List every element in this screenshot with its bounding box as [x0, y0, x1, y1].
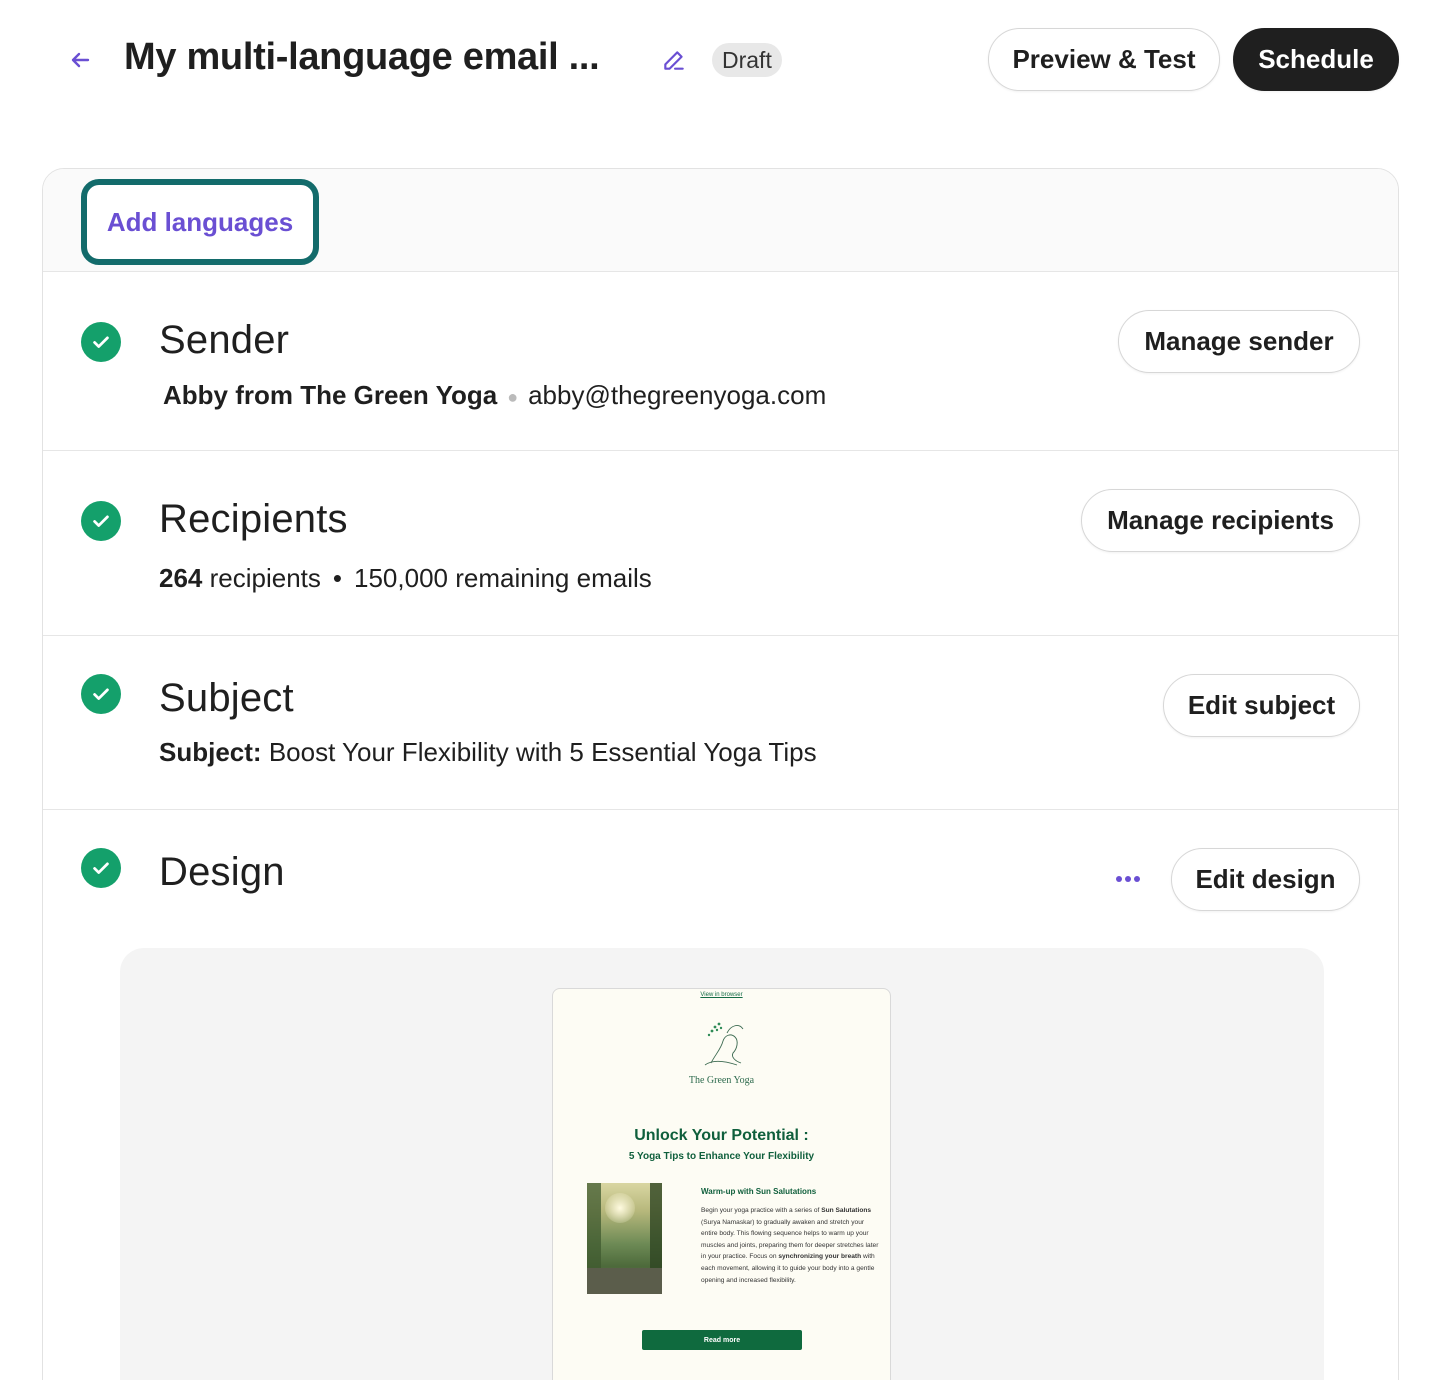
- check-circle-icon: [81, 848, 121, 888]
- arrow-left-icon: [71, 52, 90, 68]
- design-preview-area: View in browser The Green Yoga Unlock Yo…: [120, 948, 1324, 1380]
- email-read-more-button: Read more: [642, 1330, 802, 1350]
- more-options-button[interactable]: [1111, 864, 1145, 894]
- campaign-card: Add languages Sender Abby from The Green…: [42, 168, 1399, 1380]
- subject-value: Boost Your Flexibility with 5 Essential …: [268, 737, 817, 767]
- languages-bar: Add languages: [43, 169, 1398, 272]
- design-title: Design: [159, 850, 285, 894]
- status-badge: Draft: [712, 43, 782, 77]
- sender-email: abby@thegreenyoga.com: [528, 380, 827, 410]
- email-preview[interactable]: View in browser The Green Yoga Unlock Yo…: [552, 988, 891, 1380]
- manage-sender-button[interactable]: Manage sender: [1118, 310, 1360, 373]
- schedule-button[interactable]: Schedule: [1233, 28, 1399, 91]
- recipients-count-suffix: recipients: [209, 563, 321, 593]
- pencil-icon: [664, 51, 684, 70]
- email-brand: The Green Yoga: [688, 1075, 755, 1086]
- email-paragraph: Begin your yoga practice with a series o…: [701, 1207, 879, 1284]
- email-section-title: Warm-up with Sun Salutations: [701, 1187, 817, 1196]
- sender-title: Sender: [159, 318, 290, 362]
- add-languages-button[interactable]: Add languages: [81, 179, 319, 265]
- check-circle-icon: [81, 501, 121, 541]
- recipients-section: Recipients 264 recipients • 150,000 remain…: [43, 451, 1398, 636]
- subject-label: Subject:: [159, 737, 262, 767]
- yoga-photo: [587, 1183, 662, 1294]
- subject-section: Subject Subject: Boost Your Flexibility …: [43, 636, 1398, 810]
- subject-details: Subject: Boost Your Flexibility with 5 E…: [159, 737, 817, 768]
- yoga-logo-icon: [704, 1022, 744, 1066]
- subject-title: Subject: [159, 676, 294, 720]
- page-title: My multi-language email ...: [124, 36, 600, 78]
- separator-dot: •: [332, 563, 343, 593]
- recipients-title: Recipients: [159, 497, 348, 541]
- sender-name: Abby from The Green Yoga: [163, 380, 498, 410]
- remaining-emails: 150,000 remaining emails: [354, 563, 652, 593]
- recipients-details: 264 recipients • 150,000 remaining emails: [159, 563, 652, 594]
- sender-details: Abby from The Green Yoga ● abby@thegreenyo…: [163, 380, 826, 411]
- design-section: Design Edit design View in browser The G…: [43, 810, 1398, 1380]
- edit-title-button[interactable]: [656, 42, 692, 78]
- view-in-browser-link[interactable]: View in browser: [553, 992, 890, 998]
- more-horizontal-icon: [1116, 876, 1122, 882]
- sender-section: Sender Abby from The Green Yoga ● abby@the…: [43, 272, 1398, 451]
- page-header: My multi-language email ... Draft Previe…: [0, 0, 1444, 120]
- preview-test-button[interactable]: Preview & Test: [988, 28, 1220, 91]
- back-button[interactable]: [62, 42, 98, 78]
- email-headline: Unlock Your Potential :: [634, 1127, 809, 1144]
- manage-recipients-button[interactable]: Manage recipients: [1081, 489, 1360, 552]
- edit-subject-button[interactable]: Edit subject: [1163, 674, 1360, 737]
- check-circle-icon: [81, 322, 121, 362]
- recipients-count: 264: [159, 563, 203, 593]
- email-subheadline: 5 Yoga Tips to Enhance Your Flexibility: [628, 1151, 815, 1162]
- check-circle-icon: [81, 674, 121, 714]
- separator-dot: ●: [507, 386, 519, 407]
- edit-design-button[interactable]: Edit design: [1171, 848, 1360, 911]
